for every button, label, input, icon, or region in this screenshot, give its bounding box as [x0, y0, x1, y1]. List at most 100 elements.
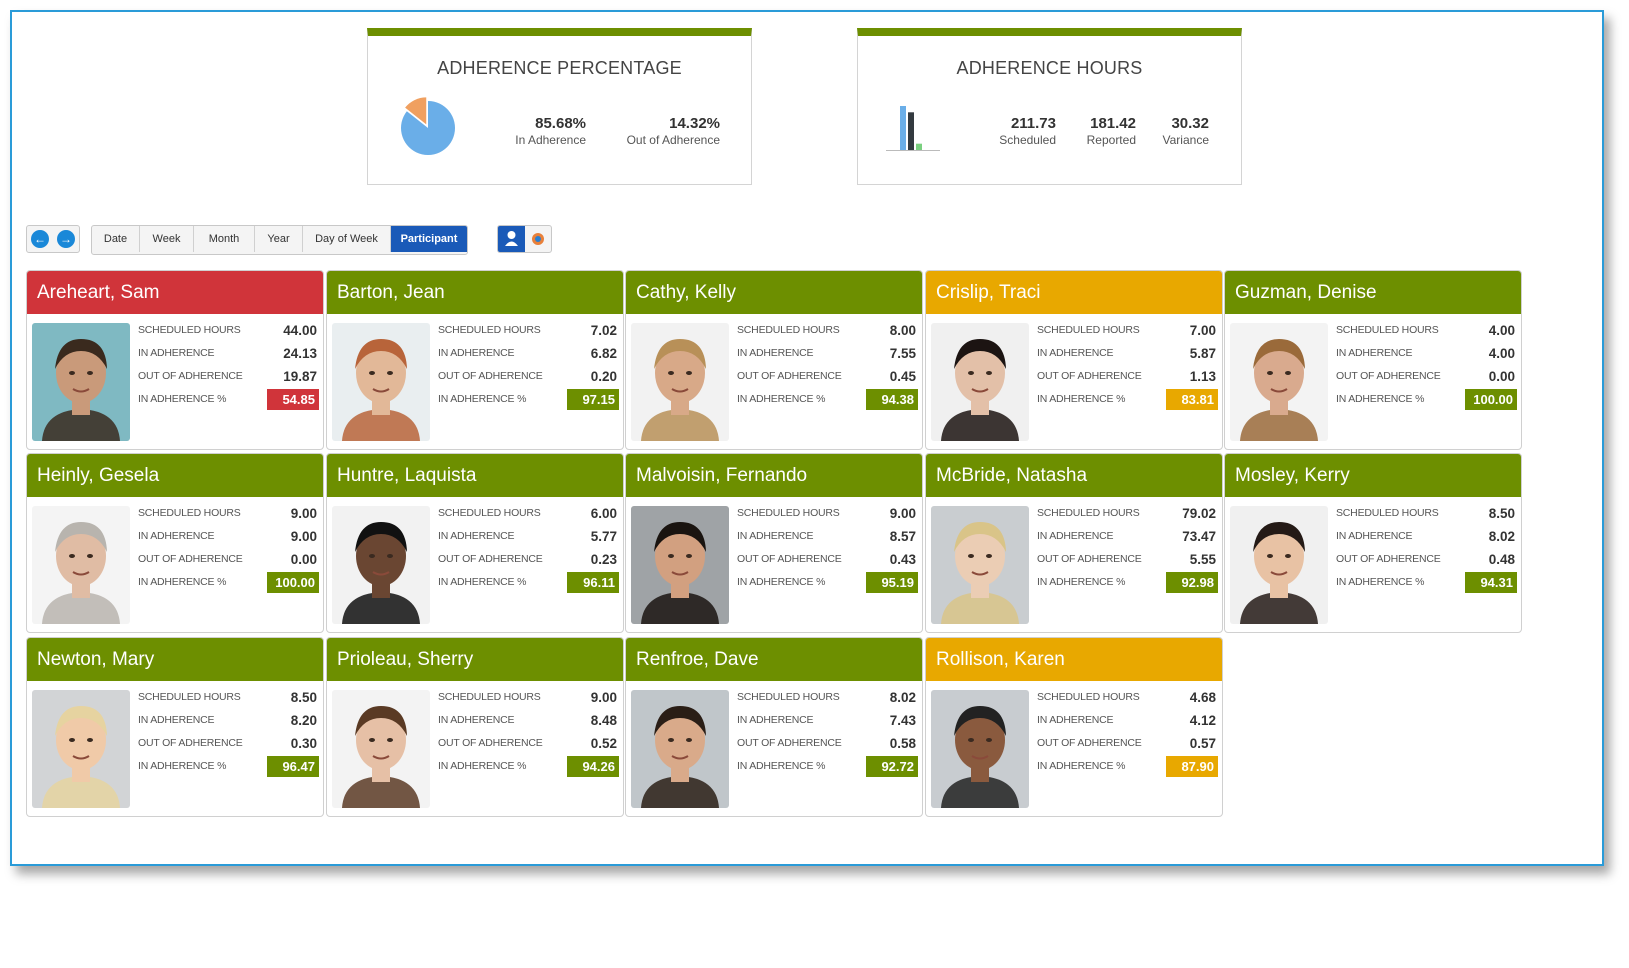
tab-day-of-week[interactable]: Day of Week [303, 226, 391, 252]
reported-value: 181.42 [1090, 115, 1136, 132]
metric-label: OUT OF ADHERENCE [1336, 370, 1441, 382]
participant-name: Malvoisin, Fernando [626, 454, 922, 497]
metric-value: 0.00 [1488, 369, 1515, 384]
participant-card[interactable]: Malvoisin, Fernando SCHEDULED HOURS 9.00 IN… [625, 453, 923, 633]
adherence-pie-chart [401, 97, 455, 155]
metric-row-out-of-adherence: OUT OF ADHERENCE 0.45 [737, 368, 918, 386]
adherence-hours-title: ADHERENCE HOURS [956, 58, 1143, 78]
participant-card[interactable]: Huntre, Laquista SCHEDULED HOURS 6.00 IN AD… [326, 453, 624, 633]
metric-row-scheduled: SCHEDULED HOURS 7.00 [1037, 322, 1218, 340]
metric-value: 19.87 [283, 369, 317, 384]
metric-label: IN ADHERENCE % [737, 760, 826, 772]
metric-row-in-adherence-pct: IN ADHERENCE % 87.90 [1037, 756, 1218, 777]
metric-row-scheduled: SCHEDULED HOURS 9.00 [138, 505, 319, 523]
metric-value: 7.02 [590, 323, 617, 338]
out-of-adherence-value: 14.32% [669, 115, 720, 132]
metric-row-scheduled: SCHEDULED HOURS 4.68 [1037, 689, 1218, 707]
metric-row-out-of-adherence: OUT OF ADHERENCE 0.57 [1037, 735, 1218, 753]
participant-card[interactable]: Heinly, Gesela SCHEDULED HOURS 9.00 IN ADHE… [26, 453, 324, 633]
adherence-percent-badge: 92.98 [1166, 572, 1218, 593]
metric-value: 8.48 [590, 713, 617, 728]
metric-label: SCHEDULED HOURS [438, 324, 541, 336]
bar-reported [908, 112, 914, 150]
variance-label: Variance [1162, 133, 1209, 147]
metric-label: SCHEDULED HOURS [438, 691, 541, 703]
metric-row-scheduled: SCHEDULED HOURS 7.02 [438, 322, 619, 340]
participant-card[interactable]: Prioleau, Sherry SCHEDULED HOURS 9.00 IN AD… [326, 637, 624, 817]
metric-value: 0.00 [290, 552, 317, 567]
participant-name: Renfroe, Dave [626, 638, 922, 681]
metric-label: OUT OF ADHERENCE [1336, 553, 1441, 565]
metric-value: 5.55 [1189, 552, 1216, 567]
metric-label: OUT OF ADHERENCE [737, 553, 842, 565]
metric-label: IN ADHERENCE [1037, 714, 1114, 726]
metric-value: 8.02 [889, 690, 916, 705]
participant-photo [631, 690, 729, 808]
arrow-left-icon[interactable]: ← [31, 230, 49, 248]
participant-card[interactable]: Renfroe, Dave SCHEDULED HOURS 8.02 IN ADHER… [625, 637, 923, 817]
participant-photo [931, 323, 1029, 441]
metric-row-in-adherence-pct: IN ADHERENCE % 96.11 [438, 572, 619, 593]
tab-participant[interactable]: Participant [391, 226, 467, 252]
metric-value: 24.13 [283, 346, 317, 361]
metric-label: OUT OF ADHERENCE [737, 370, 842, 382]
tab-year[interactable]: Year [255, 226, 303, 252]
metric-label: IN ADHERENCE [438, 714, 515, 726]
participant-photo [32, 690, 130, 808]
participant-photo [32, 323, 130, 441]
metric-label: IN ADHERENCE [1037, 347, 1114, 359]
metric-label: IN ADHERENCE % [138, 393, 227, 405]
metric-label: IN ADHERENCE % [737, 393, 826, 405]
metric-value: 5.87 [1189, 346, 1216, 361]
participant-name: Crislip, Traci [926, 271, 1222, 314]
adherence-percentage-panel: ADHERENCE PERCENTAGE 85.68% In Adherence… [367, 28, 752, 185]
metric-label: SCHEDULED HOURS [1037, 691, 1140, 703]
metric-label: SCHEDULED HOURS [138, 507, 241, 519]
participant-card[interactable]: Barton, Jean SCHEDULED HOURS 7.02 IN ADHERE… [326, 270, 624, 450]
participant-name: McBride, Natasha [926, 454, 1222, 497]
participant-photo [32, 506, 130, 624]
metric-value: 73.47 [1182, 529, 1216, 544]
participant-card[interactable]: Guzman, Denise SCHEDULED HOURS 4.00 IN ADHE… [1224, 270, 1522, 450]
metric-label: IN ADHERENCE % [138, 576, 227, 588]
view-toggle-group [497, 225, 552, 253]
metric-label: SCHEDULED HOURS [438, 507, 541, 519]
participant-card[interactable]: Rollison, Karen SCHEDULED HOURS 4.68 IN ADH… [925, 637, 1223, 817]
metric-row-out-of-adherence: OUT OF ADHERENCE 0.00 [138, 551, 319, 569]
metric-row-in-adherence: IN ADHERENCE 7.55 [737, 345, 918, 363]
metric-value: 44.00 [283, 323, 317, 338]
participant-card[interactable]: Cathy, Kelly SCHEDULED HOURS 8.00 IN ADHERE… [625, 270, 923, 450]
reported-label: Reported [1086, 133, 1136, 147]
metric-value: 8.02 [1488, 529, 1515, 544]
bar-scheduled [900, 106, 906, 150]
participant-card[interactable]: Areheart, Sam SCHEDULED HOURS 44.00 IN ADHE… [26, 270, 324, 450]
tab-week[interactable]: Week [140, 226, 194, 252]
arrow-right-icon[interactable]: → [57, 230, 75, 248]
adherence-percent-badge: 100.00 [267, 572, 319, 593]
metric-label: IN ADHERENCE [737, 530, 814, 542]
adherence-percent-badge: 94.31 [1465, 572, 1517, 593]
metric-label: IN ADHERENCE % [737, 576, 826, 588]
adherence-percent-badge: 94.38 [866, 389, 918, 410]
metric-row-out-of-adherence: OUT OF ADHERENCE 0.52 [438, 735, 619, 753]
participant-name: Heinly, Gesela [27, 454, 323, 497]
in-adherence-label: In Adherence [515, 133, 586, 147]
metric-label: IN ADHERENCE [138, 347, 215, 359]
metric-value: 9.00 [290, 506, 317, 521]
metric-value: 0.48 [1488, 552, 1515, 567]
metric-row-in-adherence: IN ADHERENCE 6.82 [438, 345, 619, 363]
tab-date[interactable]: Date [92, 226, 140, 252]
chart-view-toggle[interactable] [525, 226, 551, 252]
metric-row-out-of-adherence: OUT OF ADHERENCE 19.87 [138, 368, 319, 386]
tab-month[interactable]: Month [194, 226, 255, 252]
participant-card[interactable]: McBride, Natasha SCHEDULED HOURS 79.02 IN A… [925, 453, 1223, 633]
in-adherence-value: 85.68% [535, 115, 586, 132]
metric-label: OUT OF ADHERENCE [138, 370, 243, 382]
participant-card[interactable]: Newton, Mary SCHEDULED HOURS 8.50 IN ADHERE… [26, 637, 324, 817]
participant-card[interactable]: Mosley, Kerry SCHEDULED HOURS 8.50 IN ADHER… [1224, 453, 1522, 633]
participant-card[interactable]: Crislip, Traci SCHEDULED HOURS 7.00 IN ADHE… [925, 270, 1223, 450]
metric-value: 0.43 [889, 552, 916, 567]
participant-name: Huntre, Laquista [327, 454, 623, 497]
participant-photo [332, 690, 430, 808]
participant-view-toggle[interactable] [498, 226, 525, 252]
